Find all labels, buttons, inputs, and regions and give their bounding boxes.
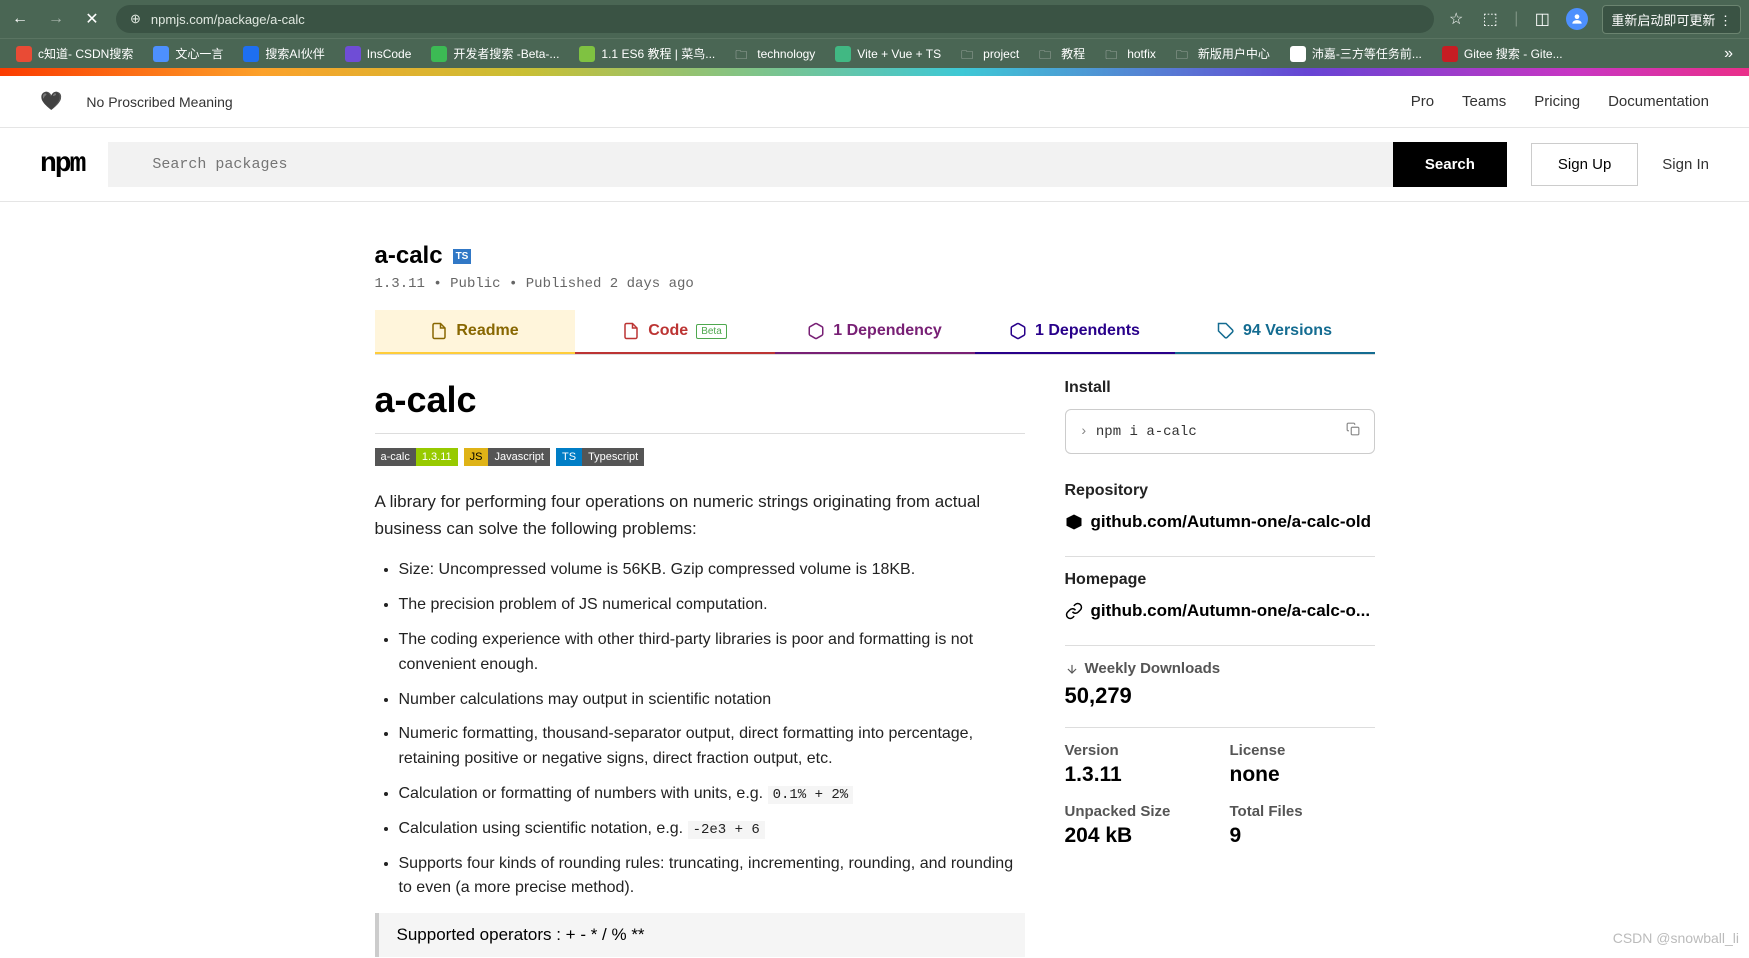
- search-button[interactable]: Search: [1393, 142, 1507, 187]
- readme-bullet: Size: Uncompressed volume is 56KB. Gzip …: [399, 558, 1025, 583]
- bookmark-item[interactable]: 沛嘉-三方等任务前...: [1282, 41, 1430, 66]
- tab-versions[interactable]: 94 Versions: [1175, 310, 1375, 354]
- forward-button[interactable]: →: [44, 7, 68, 31]
- profile-avatar[interactable]: [1566, 8, 1588, 30]
- update-button[interactable]: 重新启动即可更新 ⋮: [1602, 5, 1741, 34]
- ts-badge-icon: TS: [453, 249, 472, 264]
- files-value: 9: [1230, 824, 1375, 848]
- signin-link[interactable]: Sign In: [1662, 156, 1709, 173]
- signup-button[interactable]: Sign Up: [1531, 143, 1638, 186]
- bookmark-item[interactable]: 🗀hotfix: [1097, 42, 1164, 66]
- copy-icon[interactable]: [1346, 422, 1360, 441]
- tagline: No Proscribed Meaning: [86, 94, 232, 110]
- version-value: 1.3.11: [1065, 763, 1210, 787]
- bookmark-item[interactable]: 搜索AI伙伴: [235, 41, 332, 66]
- heart-icon[interactable]: 🖤: [40, 91, 62, 112]
- readme-h1: a-calc: [375, 379, 1025, 421]
- sidebar: Install ›npm i a-calc Repository github.…: [1065, 379, 1375, 957]
- npm-logo[interactable]: npm: [40, 149, 84, 180]
- size-value: 204 kB: [1065, 824, 1210, 848]
- package-meta: 1.3.11 • Public • Published 2 days ago: [375, 276, 1375, 292]
- browser-toolbar: ← → ✕ ⊕npmjs.com/package/a-calc ☆ ⬚ | ◫ …: [0, 0, 1749, 38]
- weekly-downloads: 50,279: [1065, 683, 1375, 709]
- bookmark-item[interactable]: c知道- CSDN搜索: [8, 41, 141, 66]
- bookmark-item[interactable]: 🗀新版用户中心: [1168, 41, 1278, 66]
- search-row: npm Search Sign Up Sign In: [0, 128, 1749, 202]
- panel-icon[interactable]: ◫: [1532, 9, 1552, 29]
- license-value: none: [1230, 763, 1375, 787]
- readme-bullet: Number calculations may output in scient…: [399, 688, 1025, 713]
- watermark: CSDN @snowball_li: [1613, 930, 1739, 946]
- badges: a-calc1.3.11 JSJavascript TSTypescript: [375, 448, 1025, 466]
- bookmark-item[interactable]: 文心一言: [145, 41, 231, 66]
- package-title: a-calc: [375, 242, 443, 270]
- readme-content: a-calc a-calc1.3.11 JSJavascript TSTypes…: [375, 379, 1025, 957]
- tab-dependency[interactable]: 1 Dependency: [775, 310, 975, 354]
- bookmark-item[interactable]: 🗀technology: [727, 42, 823, 66]
- tab-code[interactable]: Code Beta: [575, 310, 775, 354]
- bookmark-item[interactable]: 1.1 ES6 教程 | 菜鸟...: [571, 41, 723, 66]
- nav-pricing[interactable]: Pricing: [1534, 93, 1580, 110]
- back-button[interactable]: ←: [8, 7, 32, 31]
- install-command[interactable]: ›npm i a-calc: [1065, 409, 1375, 454]
- bookmarks-bar: c知道- CSDN搜索文心一言搜索AI伙伴InsCode开发者搜索 -Beta-…: [0, 38, 1749, 68]
- stop-button[interactable]: ✕: [80, 7, 104, 31]
- bookmark-item[interactable]: Gitee 搜索 - Gite...: [1434, 41, 1571, 66]
- search-input[interactable]: [108, 142, 1392, 187]
- homepage-link[interactable]: github.com/Autumn-one/a-calc-o...: [1065, 601, 1375, 621]
- repo-link[interactable]: github.com/Autumn-one/a-calc-old: [1065, 512, 1375, 532]
- readme-intro: A library for performing four operations…: [375, 488, 1025, 542]
- bookmark-item[interactable]: Vite + Vue + TS: [827, 42, 949, 66]
- tab-readme[interactable]: Readme: [375, 310, 575, 354]
- tab-dependents[interactable]: 1 Dependents: [975, 310, 1175, 354]
- supported-operators: Supported operators : + - * / % **: [375, 913, 1025, 957]
- readme-bullet: Numeric formatting, thousand-separator o…: [399, 722, 1025, 772]
- tabs: Readme Code Beta 1 Dependency 1 Dependen…: [375, 310, 1375, 355]
- bookmarks-overflow[interactable]: »: [1716, 45, 1741, 63]
- bookmark-item[interactable]: InsCode: [337, 42, 420, 66]
- readme-bullet: The precision problem of JS numerical co…: [399, 593, 1025, 618]
- extensions-icon[interactable]: ⬚: [1480, 9, 1500, 29]
- readme-bullet: Calculation using scientific notation, e…: [399, 817, 1025, 842]
- readme-bullet: The coding experience with other third-p…: [399, 628, 1025, 678]
- bookmark-item[interactable]: 开发者搜索 -Beta-...: [423, 41, 567, 66]
- star-icon[interactable]: ☆: [1446, 9, 1466, 29]
- readme-bullet: Supports four kinds of rounding rules: t…: [399, 852, 1025, 902]
- rainbow-bar: [0, 68, 1749, 76]
- nav-docs[interactable]: Documentation: [1608, 93, 1709, 110]
- top-nav: 🖤 No Proscribed Meaning Pro Teams Pricin…: [0, 76, 1749, 128]
- bookmark-item[interactable]: 🗀project: [953, 42, 1027, 66]
- bookmark-item[interactable]: 🗀教程: [1031, 41, 1093, 66]
- nav-pro[interactable]: Pro: [1411, 93, 1434, 110]
- nav-teams[interactable]: Teams: [1462, 93, 1506, 110]
- readme-bullet: Calculation or formatting of numbers wit…: [399, 782, 1025, 807]
- url-bar[interactable]: ⊕npmjs.com/package/a-calc: [116, 5, 1434, 33]
